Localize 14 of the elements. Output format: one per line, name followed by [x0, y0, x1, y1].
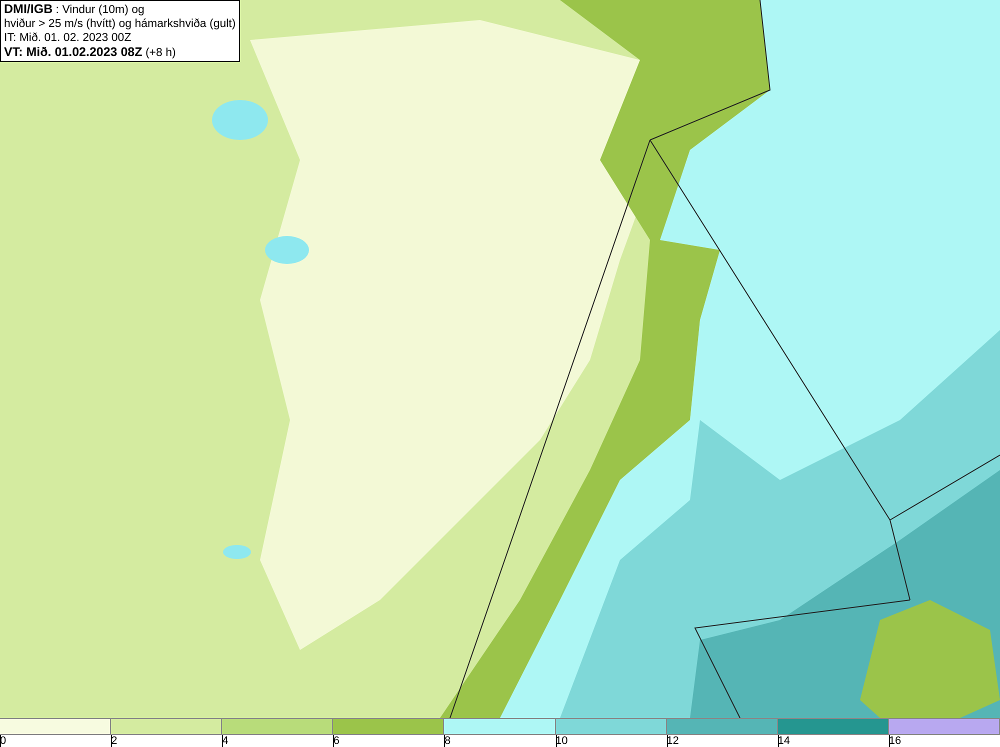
- legend-tick-label: 10: [556, 735, 568, 747]
- lead-time-text: (+8 h): [144, 47, 176, 59]
- legend-tick-label: 4: [222, 735, 228, 747]
- title-text: : Vindur (10m) og: [54, 4, 144, 16]
- issue-time-text: IT: Mið. 01. 02. 2023 00Z: [4, 31, 132, 45]
- legend-tick-label: 14: [778, 735, 790, 747]
- source-label: DMI/IGB: [4, 2, 53, 16]
- legend-tick-label: 6: [333, 735, 340, 747]
- valid-time-text: VT: Mið. 01.02.2023 08Z: [4, 45, 142, 59]
- legend-tick-label: 12: [666, 735, 679, 747]
- legend-tick-label: 16: [888, 735, 902, 747]
- subtitle-text: hviður > 25 m/s (hvítt) og hámarkshviða (gult): [4, 17, 236, 31]
- legend-tick-label: 8: [444, 735, 451, 747]
- legend-tick-label: 2: [111, 735, 118, 747]
